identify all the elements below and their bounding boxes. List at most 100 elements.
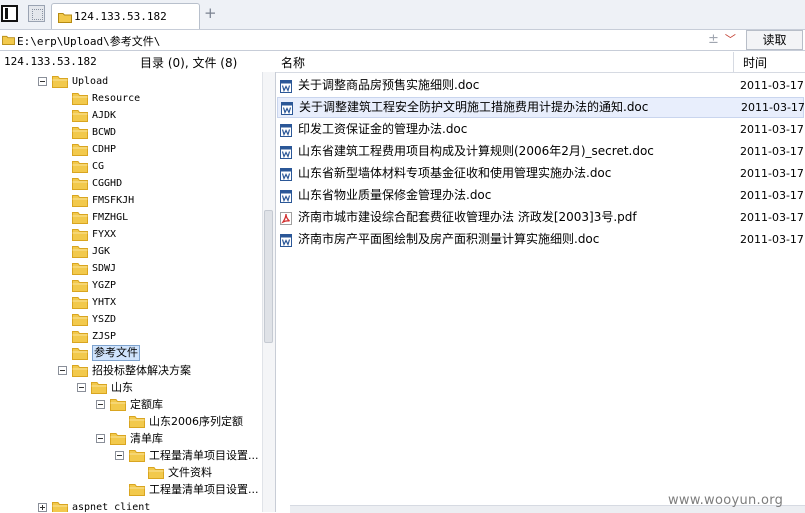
- tree-item-label: 山东2006序列定额: [149, 415, 243, 428]
- tree-item-label: YGZP: [92, 280, 117, 291]
- tab-bar: 124.133.53.182 +: [0, 0, 805, 30]
- tree-item[interactable]: 参考文件: [0, 345, 262, 362]
- read-button[interactable]: 读取: [746, 30, 803, 50]
- file-name: 济南市房产平面图绘制及房产面积测量计算实施细则.doc: [298, 232, 600, 246]
- file-row[interactable]: 山东省新型墙体材料专项基金征收和使用管理实施办法.doc 2011-03-17: [277, 163, 804, 184]
- tree-item-label: YHTX: [92, 297, 117, 308]
- tree-item[interactable]: FMZHGL: [0, 209, 262, 226]
- tree-item[interactable]: 清单库: [0, 430, 262, 447]
- pdf-file-icon: [280, 211, 292, 225]
- tree-item[interactable]: BCWD: [0, 124, 262, 141]
- sidebar-toggle-button[interactable]: [1, 5, 18, 22]
- tree-item[interactable]: AJDK: [0, 107, 262, 124]
- file-date: 2011-03-17: [740, 211, 804, 224]
- tree-item[interactable]: YHTX: [0, 294, 262, 311]
- pin-icon[interactable]: ±: [708, 32, 719, 47]
- tree-item[interactable]: CG: [0, 158, 262, 175]
- tree-item-label: aspnet_client: [72, 502, 151, 512]
- expand-toggle-icon[interactable]: [96, 434, 105, 443]
- tree-item[interactable]: aspnet_client: [0, 499, 262, 512]
- file-date: 2011-03-17: [740, 189, 804, 202]
- history-dropdown[interactable]: ± ﹀: [708, 31, 736, 47]
- path-input[interactable]: E:\erp\Upload\参考文件\: [17, 33, 160, 49]
- tree-item-label: 文件资料: [168, 466, 212, 479]
- tree-item[interactable]: 山东2006序列定额: [0, 413, 262, 430]
- tree-item[interactable]: CGGHD: [0, 175, 262, 192]
- file-date: 2011-03-17: [740, 123, 804, 136]
- tree-item-label: 定额库: [130, 398, 163, 411]
- file-name: 山东省新型墙体材料专项基金征收和使用管理实施办法.doc: [298, 166, 612, 180]
- column-header-time[interactable]: 时间: [743, 54, 767, 71]
- file-name: 印发工资保证金的管理办法.doc: [298, 122, 468, 136]
- tree-item-label: 工程量清单项目设置...: [149, 449, 259, 462]
- tree-item[interactable]: Resource: [0, 90, 262, 107]
- tree-item[interactable]: YSZD: [0, 311, 262, 328]
- word-document-icon: [280, 189, 292, 203]
- expand-toggle-icon[interactable]: [58, 366, 67, 375]
- column-divider[interactable]: [733, 52, 734, 72]
- window-toggle-button[interactable]: [28, 5, 45, 22]
- file-name: 关于调整商品房预售实施细则.doc: [298, 78, 480, 92]
- tree-item-label: Resource: [92, 93, 141, 104]
- watermark: www.wooyun.org: [668, 493, 784, 508]
- tree-item[interactable]: FYXX: [0, 226, 262, 243]
- tree-item[interactable]: YGZP: [0, 277, 262, 294]
- tree-item[interactable]: FMSFKJH: [0, 192, 262, 209]
- word-document-icon: [280, 145, 292, 159]
- tree-item[interactable]: SDWJ: [0, 260, 262, 277]
- expand-toggle-icon[interactable]: [77, 383, 86, 392]
- tree-item-label: CGGHD: [92, 178, 123, 189]
- tree-item[interactable]: 工程量清单项目设置...: [0, 447, 262, 464]
- folder-icon: [2, 35, 15, 45]
- word-document-icon: [280, 123, 292, 137]
- tree-item-label: FYXX: [92, 229, 117, 240]
- tree-item-label: 山东: [111, 381, 133, 394]
- tree-item[interactable]: 文件资料: [0, 464, 262, 481]
- tree-scrollbar[interactable]: [262, 72, 275, 512]
- file-date: 2011-03-17: [740, 79, 804, 92]
- tree-item[interactable]: JGK: [0, 243, 262, 260]
- tree-item-label: FMSFKJH: [92, 195, 135, 206]
- tree-item-label: BCWD: [92, 127, 117, 138]
- file-row[interactable]: 关于调整商品房预售实施细则.doc 2011-03-17: [277, 75, 804, 96]
- file-row[interactable]: 关于调整建筑工程安全防护文明施工措施费用计提办法的通知.doc 2011-03-1…: [277, 97, 805, 118]
- tree-item[interactable]: CDHP: [0, 141, 262, 158]
- file-row[interactable]: 山东省物业质量保修金管理办法.doc 2011-03-17: [277, 185, 804, 206]
- word-document-icon: [281, 102, 293, 115]
- tree-item[interactable]: 招投标整体解决方案: [0, 362, 262, 379]
- tree-item-label: 清单库: [130, 432, 163, 445]
- tree-item[interactable]: 山东: [0, 379, 262, 396]
- scrollbar-thumb[interactable]: [264, 210, 273, 343]
- folder-icon: [52, 500, 68, 512]
- expand-toggle-icon[interactable]: [38, 77, 47, 86]
- tab-connection[interactable]: 124.133.53.182: [51, 3, 200, 29]
- address-bar: E:\erp\Upload\参考文件\ ± ﹀: [0, 30, 805, 51]
- folder-tree: Upload Resource AJDK BCWD CDHP CG CGGHD FMSFKJH…: [0, 72, 262, 512]
- word-document-icon: [280, 79, 292, 93]
- file-row[interactable]: 济南市城市建设综合配套费征收管理办法 济政发[2003]3号.pdf 2011-0…: [277, 207, 804, 228]
- word-document-icon: [280, 233, 292, 247]
- file-row[interactable]: 印发工资保证金的管理办法.doc 2011-03-17: [277, 119, 804, 140]
- tree-item[interactable]: ZJSP: [0, 328, 262, 345]
- tree-item-label: SDWJ: [92, 263, 117, 274]
- tree-item-label: CDHP: [92, 144, 117, 155]
- expand-toggle-icon[interactable]: [96, 400, 105, 409]
- new-tab-button[interactable]: +: [204, 6, 217, 21]
- column-header-name[interactable]: 名称: [281, 54, 305, 71]
- word-document-icon: [280, 167, 292, 181]
- expand-toggle-icon[interactable]: [115, 451, 124, 460]
- file-list: 关于调整商品房预售实施细则.doc 2011-03-17 关于调整建筑工程安全防护文…: [276, 72, 805, 512]
- tree-item[interactable]: 定额库: [0, 396, 262, 413]
- expand-toggle-icon[interactable]: [38, 503, 47, 512]
- tree-item-label: 工程量清单项目设置...: [149, 483, 259, 496]
- file-name: 山东省建筑工程费用项目构成及计算规则(2006年2月)_secret.doc: [298, 144, 654, 158]
- info-bar: 124.133.53.182 目录 (0), 文件 (8) 名称 时间: [0, 52, 805, 73]
- tree-item[interactable]: Upload: [0, 73, 262, 90]
- file-row[interactable]: 济南市房产平面图绘制及房产面积测量计算实施细则.doc 2011-03-17: [277, 229, 804, 250]
- tree-item-label: AJDK: [92, 110, 117, 121]
- file-date: 2011-03-17: [740, 233, 804, 246]
- chevron-down-icon[interactable]: ﹀: [725, 33, 736, 46]
- file-row[interactable]: 山东省建筑工程费用项目构成及计算规则(2006年2月)_secret.doc 20…: [277, 141, 804, 162]
- tree-item[interactable]: 工程量清单项目设置...: [0, 481, 262, 498]
- file-name: 山东省物业质量保修金管理办法.doc: [298, 188, 492, 202]
